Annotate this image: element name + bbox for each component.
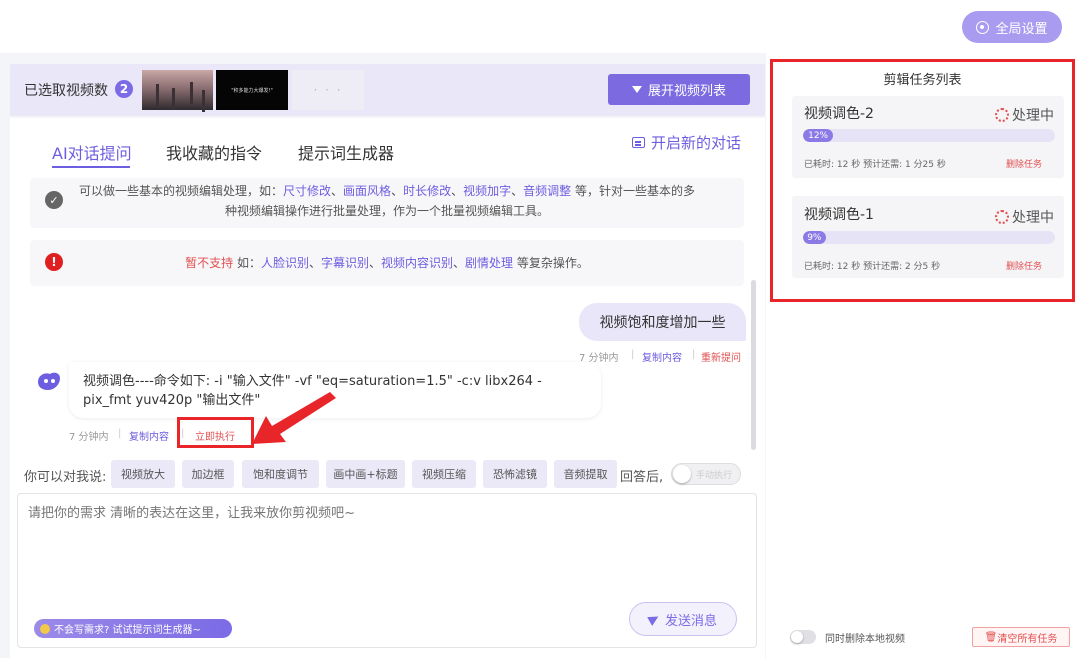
chat-scrollbar[interactable] <box>751 280 756 450</box>
suggestion-chip[interactable]: 视频放大 <box>111 460 175 488</box>
prompt-generator-hint[interactable]: 不会写需求? 试试提示词生成器~ <box>34 619 232 638</box>
suggestion-chip[interactable]: 恐怖滤镜 <box>483 460 547 488</box>
capability-info-card: 可以做一些基本的视频编辑处理，如：尺寸修改、画面风格、时长修改、视频加字、音频调… <box>30 178 744 228</box>
selected-video-label: 已选取视频数 <box>24 83 108 99</box>
task-progress-bar: 12% <box>803 129 1055 142</box>
task-status: 处理中 <box>995 105 1054 125</box>
task-progress-fill: 9% <box>803 231 826 244</box>
send-message-button[interactable]: 发送消息 <box>629 602 737 636</box>
chat-icon <box>632 137 645 148</box>
unsupported-info-card: 暂不支持 如：人脸识别、字幕识别、视频内容识别、剧情处理 等复杂操作。 <box>30 240 744 286</box>
suggestion-chip[interactable]: 视频压缩 <box>412 460 476 488</box>
capability-line-2: 种视频编辑操作进行批量处理，作为一个批量视频编辑工具。 <box>224 204 549 218</box>
global-settings-label: 全局设置 <box>995 21 1048 37</box>
prompt-generator-hint-label: 不会写需求? 试试提示词生成器~ <box>54 625 201 636</box>
task-time-meta: 已耗时: 12 秒 预计还需: 1 分25 秒 <box>804 160 946 170</box>
suggestion-chip[interactable]: 饱和度调节 <box>242 460 319 488</box>
copy-bot-message-button[interactable]: 复制内容 <box>129 428 169 443</box>
after-reply-label: 回答后, <box>620 470 664 485</box>
task-status: 处理中 <box>995 207 1054 227</box>
retry-question-button[interactable]: 重新提问 <box>701 349 741 364</box>
send-message-label: 发送消息 <box>664 613 717 629</box>
settings-icon <box>976 20 990 34</box>
user-message-text: 视频饱和度增加一些 <box>599 315 726 331</box>
task-list-title: 剪辑任务列表 <box>883 73 962 88</box>
loading-spinner-icon <box>995 210 1009 224</box>
task-progress-bar: 9% <box>803 231 1055 244</box>
clear-all-tasks-label: 清空所有任务 <box>997 633 1058 645</box>
global-settings-button[interactable]: 全局设置 <box>962 11 1062 43</box>
delete-task-button[interactable]: 删除任务 <box>1006 259 1042 272</box>
bot-message-time: 7 分钟内 <box>69 432 109 443</box>
new-chat-label: 开启新的对话 <box>651 134 742 152</box>
clear-all-tasks-button[interactable]: 🗑 清空所有任务 <box>972 627 1070 647</box>
separator: | <box>692 349 696 360</box>
task-progress-fill: 12% <box>803 129 834 142</box>
separator: | <box>118 428 122 439</box>
bot-avatar-icon <box>38 372 60 390</box>
lightbulb-icon <box>40 623 50 634</box>
task-name: 视频调色-1 <box>804 207 874 223</box>
task-time-meta: 已耗时: 12 秒 预计还需: 2 分5 秒 <box>804 262 941 272</box>
active-tab-indicator <box>52 166 130 168</box>
loading-spinner-icon <box>995 108 1009 122</box>
tab-ai-chat[interactable]: AI对话提问 <box>52 140 132 164</box>
capability-line-1: 可以做一些基本的视频编辑处理，如：尺寸修改、画面风格、时长修改、视频加字、音频调… <box>79 184 695 198</box>
suggestion-chip[interactable]: 音频提取 <box>554 460 617 488</box>
separator: | <box>631 349 635 360</box>
new-chat-button[interactable]: 开启新的对话 <box>632 132 741 153</box>
expand-video-list-label: 展开视频列表 <box>647 84 726 99</box>
delete-task-button[interactable]: 删除任务 <box>1006 157 1042 170</box>
auto-execute-label: 手动执行 <box>696 470 733 481</box>
tab-favorite-commands[interactable]: 我收藏的指令 <box>166 140 262 164</box>
expand-video-list-button[interactable]: 展开视频列表 <box>608 74 750 105</box>
copy-user-message-button[interactable]: 复制内容 <box>642 349 682 364</box>
video-thumbnail-placeholder: · · · <box>292 70 364 110</box>
video-thumbnail[interactable] <box>142 70 213 110</box>
annotation-arrow-icon <box>252 392 336 444</box>
delete-local-video-label: 同时删除本地视频 <box>825 634 905 645</box>
selected-video-count: 2 <box>115 80 133 98</box>
placeholder-dots: · · · <box>313 83 343 97</box>
suggestion-chip[interactable]: 加边框 <box>182 460 234 488</box>
user-message-bubble: 视频饱和度增加一些 <box>579 303 746 341</box>
toggle-knob <box>673 465 691 483</box>
video-thumbnail[interactable]: "积多能力大爆发!" <box>216 70 288 110</box>
triangle-down-icon <box>631 86 642 93</box>
thumbnail-caption: "积多能力大爆发!" <box>231 87 273 94</box>
suggestions-label: 你可以对我说: <box>24 470 107 485</box>
suggestion-chip[interactable]: 画中画+标题 <box>326 460 405 488</box>
alert-icon: ! <box>45 253 63 271</box>
send-icon <box>647 612 661 626</box>
tab-prompt-generator[interactable]: 提示词生成器 <box>298 140 394 164</box>
trash-icon: 🗑 <box>984 631 998 643</box>
toggle-knob <box>791 631 803 643</box>
task-name: 视频调色-2 <box>804 106 874 122</box>
check-icon: ✓ <box>45 191 63 209</box>
